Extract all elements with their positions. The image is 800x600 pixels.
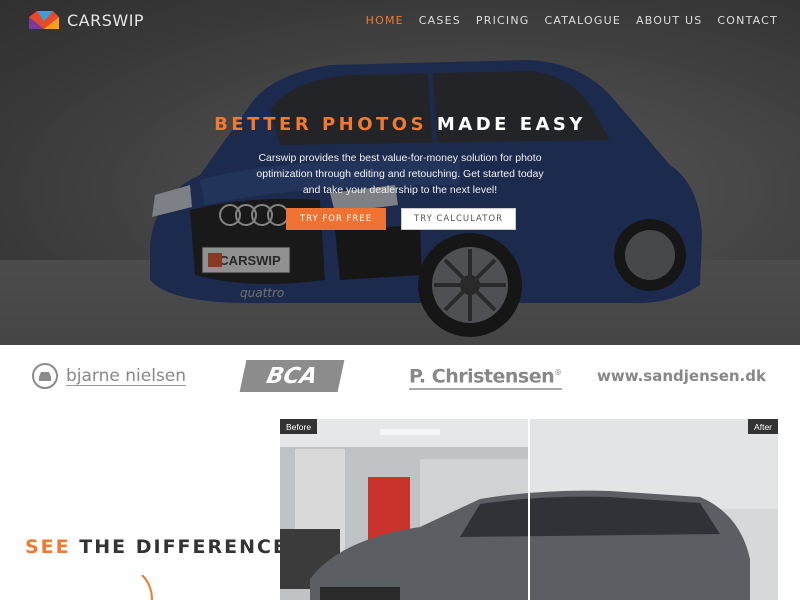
partner-bca: BCA [239, 345, 345, 407]
partner-sandjensen: www.sandjensen.dk [597, 345, 766, 407]
hero-description: Carswip provides the best value-for-mone… [256, 152, 544, 196]
before-after-comparison[interactable]: Before After [280, 419, 778, 600]
main-nav: HOME CASES PRICING CATALOGUE ABOUT US CO… [366, 14, 778, 27]
partner-bjarne-name: bjarne nielsen [66, 365, 187, 386]
registered-mark: ® [554, 368, 562, 378]
comparison-image [280, 419, 778, 600]
after-label: After [748, 419, 778, 434]
before-label: Before [280, 419, 318, 434]
partner-christensen-name: P. Christensen® [409, 362, 562, 390]
brand-name: CARSWIP [67, 10, 145, 30]
diff-title-accent: SEE [25, 536, 71, 558]
nav-about-us[interactable]: ABOUT US [636, 14, 702, 27]
diff-title-rest: THE DIFFERENCE [70, 536, 288, 558]
try-for-free-button[interactable]: TRY FOR FREE [286, 208, 386, 230]
partner-p-christensen: P. Christensen® [409, 345, 562, 407]
partner-bca-badge: BCA [239, 360, 345, 392]
hero-headline-accent: BETTER PHOTOS [214, 114, 428, 135]
brand-logo[interactable]: CARSWIP [27, 9, 144, 31]
partner-sandjensen-name: www.sandjensen.dk [597, 367, 766, 385]
hero-headline-rest: MADE EASY [427, 114, 586, 135]
hero-headline: BETTER PHOTOS MADE EASY [0, 114, 800, 135]
nav-home[interactable]: HOME [366, 14, 404, 27]
partner-bjarne-nielsen: bjarne nielsen [32, 345, 187, 407]
partner-logos: bjarne nielsen BCA P. Christensen® www.s… [0, 345, 800, 407]
nav-cases[interactable]: CASES [419, 14, 461, 27]
car-badge-icon [32, 363, 58, 389]
nav-pricing[interactable]: PRICING [476, 14, 530, 27]
try-calculator-button[interactable]: TRY CALCULATOR [401, 208, 516, 230]
nav-catalogue[interactable]: CATALOGUE [545, 14, 621, 27]
carswip-logo-icon [29, 11, 59, 29]
decorative-arc-icon [141, 575, 153, 600]
nav-contact[interactable]: CONTACT [717, 14, 778, 27]
partner-christensen-text: P. Christensen [409, 365, 555, 388]
see-the-difference-title: SEE THE DIFFERENCE [25, 536, 288, 558]
